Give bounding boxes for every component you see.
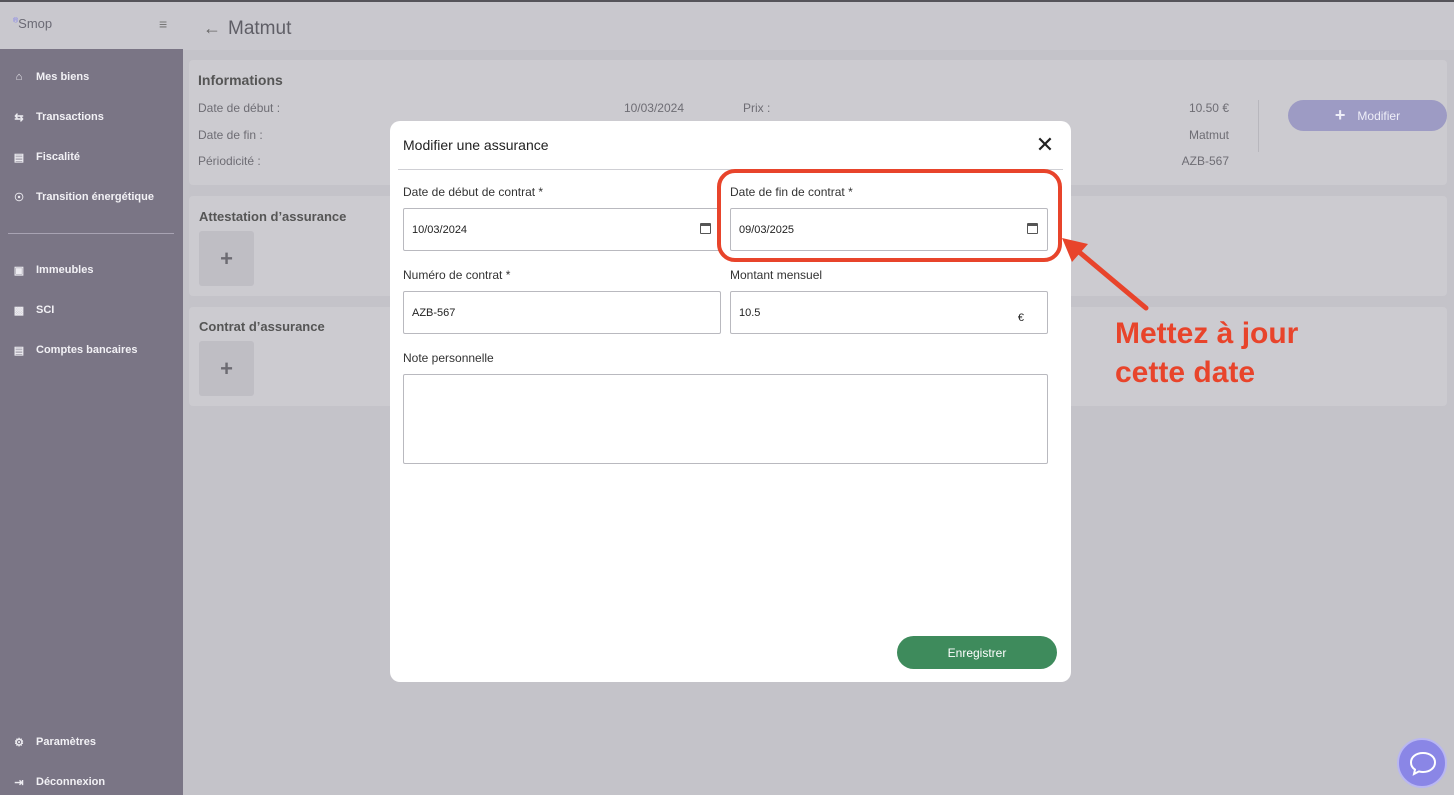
sidebar-item-label: Paramètres bbox=[36, 736, 96, 748]
sidebar-item-transactions[interactable]: ⇆ Transactions bbox=[0, 105, 183, 129]
vertical-divider bbox=[1258, 100, 1259, 152]
contract-number-label: Numéro de contrat * bbox=[403, 268, 511, 282]
monthly-amount-label: Montant mensuel bbox=[730, 268, 823, 282]
collapse-sidebar-icon[interactable]: ≡ bbox=[159, 17, 175, 31]
app-logo[interactable]: ®Smop bbox=[13, 16, 52, 31]
bank-icon: ▤ bbox=[13, 344, 25, 357]
sidebar-item-comptes-bancaires[interactable]: ▤ Comptes bancaires bbox=[0, 338, 183, 362]
sidebar-item-label: Fiscalité bbox=[36, 151, 81, 163]
start-date-value: 10/03/2024 bbox=[412, 223, 468, 236]
back-arrow-icon[interactable]: ← bbox=[203, 18, 221, 39]
sidebar-item-label: SCI bbox=[36, 304, 55, 316]
note-textarea[interactable] bbox=[403, 374, 1048, 464]
energy-icon: ☉ bbox=[14, 191, 24, 204]
info-value-contract-number: AZB-567 bbox=[1181, 154, 1229, 168]
start-date-label: Date de début de contrat * bbox=[403, 185, 544, 199]
sidebar-item-label: Transition énergétique bbox=[36, 191, 154, 203]
buildings-icon: ▣ bbox=[13, 264, 25, 277]
info-label-start: Date de début : bbox=[198, 101, 281, 115]
monthly-amount-value: 10.5 bbox=[739, 306, 761, 319]
info-value-start: 10/03/2024 bbox=[623, 101, 684, 115]
modal-title: Modifier une assurance bbox=[403, 137, 549, 153]
start-date-field[interactable]: 10/03/2024 bbox=[403, 208, 721, 251]
logout-icon: ⇥ bbox=[14, 776, 24, 789]
annotation-line-1: Mettez à jour bbox=[1115, 317, 1299, 350]
info-value-insurer: Matmut bbox=[1188, 128, 1229, 142]
attestation-title: Attestation d’assurance bbox=[199, 209, 347, 224]
annotation-line-2: cette date bbox=[1115, 356, 1256, 389]
sidebar-item-fiscalite[interactable]: ▤ Fiscalité bbox=[0, 145, 183, 169]
informations-title: Informations bbox=[198, 72, 283, 88]
note-label: Note personnelle bbox=[403, 351, 494, 365]
add-attestation-button[interactable]: + bbox=[199, 231, 254, 286]
sidebar-item-sci[interactable]: ▩ SCI bbox=[0, 298, 183, 322]
info-label-periodicity: Périodicité : bbox=[198, 154, 261, 168]
monthly-amount-field[interactable]: 10.5 € bbox=[730, 291, 1048, 334]
sidebar-item-label: Déconnexion bbox=[36, 776, 106, 788]
info-label-price: Prix : bbox=[743, 101, 771, 115]
modify-label: Modifier bbox=[1357, 108, 1401, 123]
gear-icon: ⚙ bbox=[14, 736, 24, 749]
sidebar-item-transition-energetique[interactable]: ☉ Transition énergétique bbox=[0, 185, 183, 209]
sidebar-item-label: Comptes bancaires bbox=[36, 344, 138, 356]
contrat-title: Contrat d’assurance bbox=[199, 319, 325, 334]
sidebar-item-mes-biens[interactable]: ⌂ Mes biens bbox=[0, 65, 183, 89]
swap-icon: ⇆ bbox=[14, 111, 24, 124]
top-border bbox=[0, 0, 1454, 2]
briefcase-icon: ▩ bbox=[13, 304, 25, 317]
close-icon[interactable]: ✕ bbox=[1034, 134, 1056, 156]
euro-unit: € bbox=[1017, 312, 1024, 324]
sidebar-item-parametres[interactable]: ⚙ Paramètres bbox=[0, 730, 183, 754]
highlight-box bbox=[717, 169, 1062, 262]
contract-number-field[interactable]: AZB-567 bbox=[403, 291, 721, 334]
page-header: ← Matmut bbox=[183, 2, 1454, 50]
contract-number-value: AZB-567 bbox=[412, 306, 456, 319]
sidebar-item-label: Transactions bbox=[36, 111, 104, 123]
chat-icon bbox=[1409, 751, 1437, 776]
info-value-price: 10.50 € bbox=[1188, 101, 1229, 115]
sidebar-item-immeubles[interactable]: ▣ Immeubles bbox=[0, 258, 183, 282]
page-title: Matmut bbox=[228, 18, 292, 39]
sidebar: ®Smop ≡ ⌂ Mes biens ⇆ Transactions ▤ Fis… bbox=[0, 0, 183, 795]
plus-icon: + bbox=[1334, 105, 1346, 125]
modify-button[interactable]: + Modifier bbox=[1288, 100, 1447, 131]
info-label-end: Date de fin : bbox=[198, 128, 263, 142]
sidebar-header: ®Smop ≡ bbox=[0, 2, 183, 49]
sidebar-item-deconnexion[interactable]: ⇥ Déconnexion bbox=[0, 770, 183, 794]
add-contrat-button[interactable]: + bbox=[199, 341, 254, 396]
home-icon: ⌂ bbox=[15, 71, 23, 83]
sidebar-item-label: Mes biens bbox=[36, 71, 90, 83]
annotation-arrow-icon bbox=[1062, 238, 1149, 311]
calendar-icon[interactable] bbox=[700, 223, 711, 234]
annotation-text: Mettez à jour cette date bbox=[1115, 314, 1298, 392]
save-button[interactable]: Enregistrer bbox=[897, 636, 1057, 669]
sidebar-divider bbox=[8, 233, 174, 234]
chat-button[interactable] bbox=[1397, 738, 1447, 788]
sidebar-item-label: Immeubles bbox=[36, 264, 94, 276]
document-icon: ▤ bbox=[13, 151, 25, 164]
